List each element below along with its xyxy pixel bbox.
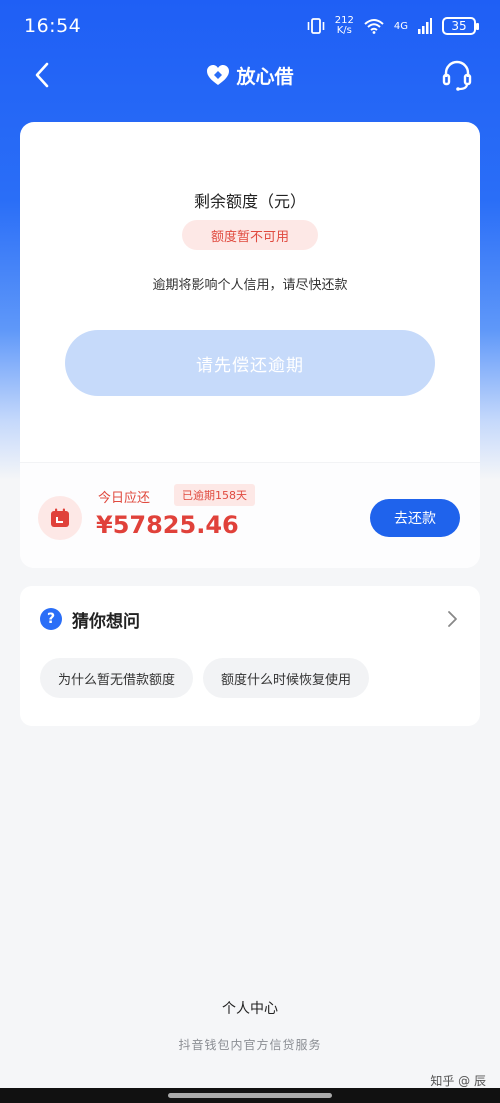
faq-title: 猜你想问	[72, 611, 140, 632]
due-today-label: 今日应还	[98, 491, 151, 506]
status-bar: 16:54 212 K/s 4G 35	[0, 0, 500, 52]
brand-logo-icon	[207, 65, 230, 85]
net-speed-unit: K/s	[336, 25, 352, 36]
net-speed: 212 K/s	[335, 16, 354, 36]
home-bar[interactable]	[168, 1093, 332, 1098]
signal-icon	[418, 18, 432, 34]
network-type: 4G	[393, 20, 408, 32]
due-today-section: 今日应还 已逾期158天 ¥57825.46 去还款	[20, 462, 480, 568]
app-title: 放心借	[206, 62, 294, 89]
remaining-credit-label: 剩余额度（元）	[193, 192, 306, 211]
overdue-warning-text: 逾期将影响个人信用，请尽快还款	[152, 278, 348, 293]
chevron-left-icon[interactable]	[28, 60, 58, 90]
status-icons: 212 K/s 4G 35	[307, 16, 479, 36]
wifi-icon	[364, 19, 384, 34]
vibrate-icon	[307, 18, 325, 34]
credit-summary: 剩余额度（元） 额度暂不可用 逾期将影响个人信用，请尽快还款 请先偿还逾期	[20, 122, 480, 462]
headset-icon[interactable]	[440, 58, 474, 92]
watermark: 知乎 @ 辰	[430, 1074, 486, 1088]
question-icon: ?	[40, 608, 62, 630]
due-amount: ¥57825.46	[96, 511, 239, 539]
calendar-icon	[38, 496, 82, 540]
repay-button[interactable]: 去还款	[370, 499, 460, 537]
footer-subtitle: 抖音钱包内官方信贷服务	[178, 1038, 322, 1052]
faq-question-chip[interactable]: 为什么暂无借款额度	[40, 658, 194, 698]
faq-question-chip[interactable]: 额度什么时候恢复使用	[203, 658, 370, 698]
faq-card: ? 猜你想问 为什么暂无借款额度 额度什么时候恢复使用	[20, 586, 480, 726]
personal-center-link[interactable]: 个人中心	[0, 998, 500, 1018]
overdue-days-badge: 已逾期158天	[174, 484, 255, 506]
battery-indicator: 35	[442, 17, 479, 35]
credit-status-badge: 额度暂不可用	[182, 220, 318, 250]
app-title-text: 放心借	[236, 65, 294, 88]
status-time: 16:54	[24, 15, 82, 37]
credit-card: 剩余额度（元） 额度暂不可用 逾期将影响个人信用，请尽快还款 请先偿还逾期 今日…	[20, 122, 480, 568]
faq-header[interactable]: ? 猜你想问	[40, 606, 460, 632]
home-indicator	[0, 1088, 500, 1103]
chevron-right-icon[interactable]	[444, 609, 460, 629]
nav-bar: 放心借	[0, 52, 500, 98]
faq-questions: 为什么暂无借款额度 额度什么时候恢复使用	[40, 658, 370, 698]
repay-overdue-first-button[interactable]: 请先偿还逾期	[65, 330, 435, 396]
